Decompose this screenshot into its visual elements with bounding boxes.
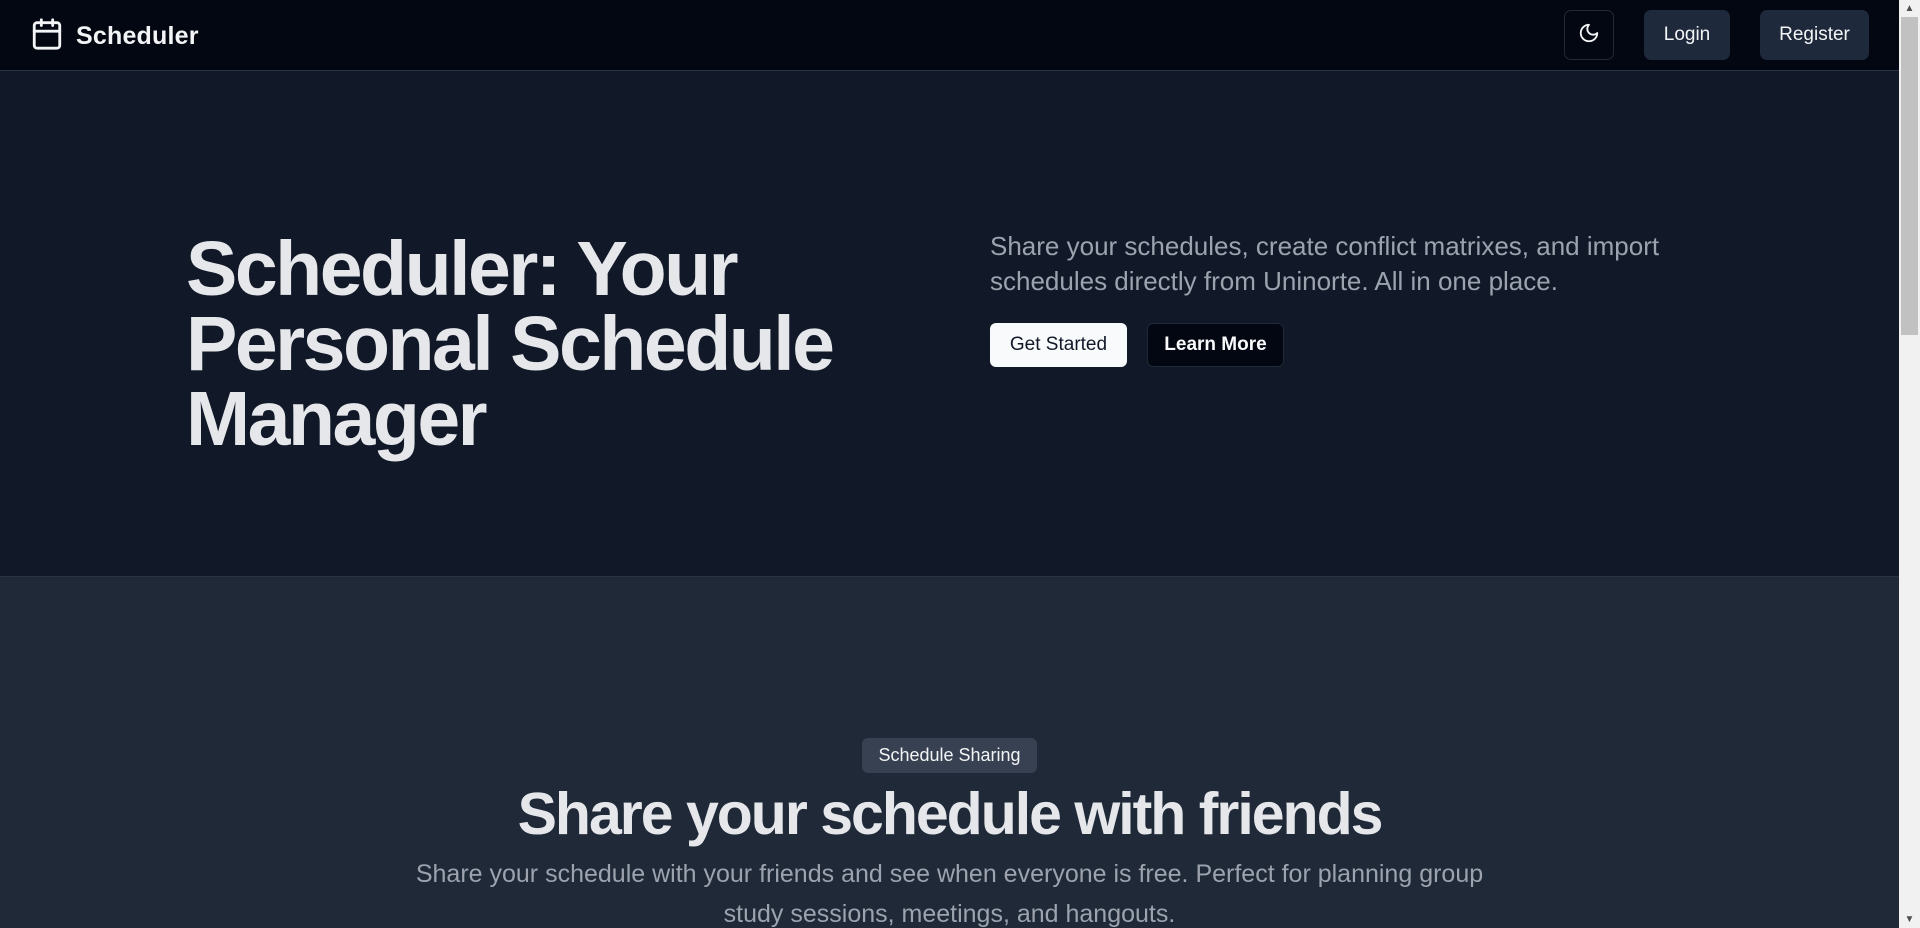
hero-section: Scheduler: Your Personal Schedule Manage… xyxy=(0,71,1899,577)
section-title: Share your schedule with friends xyxy=(517,781,1384,847)
scroll-thumb[interactable] xyxy=(1901,17,1918,335)
scroll-up-arrow-icon[interactable]: ▲ xyxy=(1899,0,1920,17)
page: Scheduler Login Register Scheduler: Your… xyxy=(0,0,1899,928)
top-navbar: Scheduler Login Register xyxy=(0,0,1899,71)
get-started-button[interactable]: Get Started xyxy=(990,323,1127,367)
moon-icon xyxy=(1578,22,1600,49)
scroll-down-arrow-icon[interactable]: ▼ xyxy=(1899,911,1920,928)
calendar-icon xyxy=(30,17,64,56)
hero-title: Scheduler: Your Personal Schedule Manage… xyxy=(186,226,835,462)
vertical-scrollbar[interactable]: ▲ ▼ xyxy=(1899,0,1920,928)
section-badge: Schedule Sharing xyxy=(862,738,1037,773)
register-button[interactable]: Register xyxy=(1760,10,1869,60)
schedule-sharing-section: Schedule Sharing Share your schedule wit… xyxy=(0,578,1899,928)
theme-toggle-button[interactable] xyxy=(1564,10,1614,60)
hero-description: Share your schedules, create conflict ma… xyxy=(990,231,1660,296)
brand-name: Scheduler xyxy=(76,22,199,50)
brand-link[interactable]: Scheduler xyxy=(30,17,199,56)
login-button[interactable]: Login xyxy=(1644,10,1730,60)
section-description: Share your schedule with your friends an… xyxy=(415,860,1484,928)
learn-more-button[interactable]: Learn More xyxy=(1147,323,1284,367)
